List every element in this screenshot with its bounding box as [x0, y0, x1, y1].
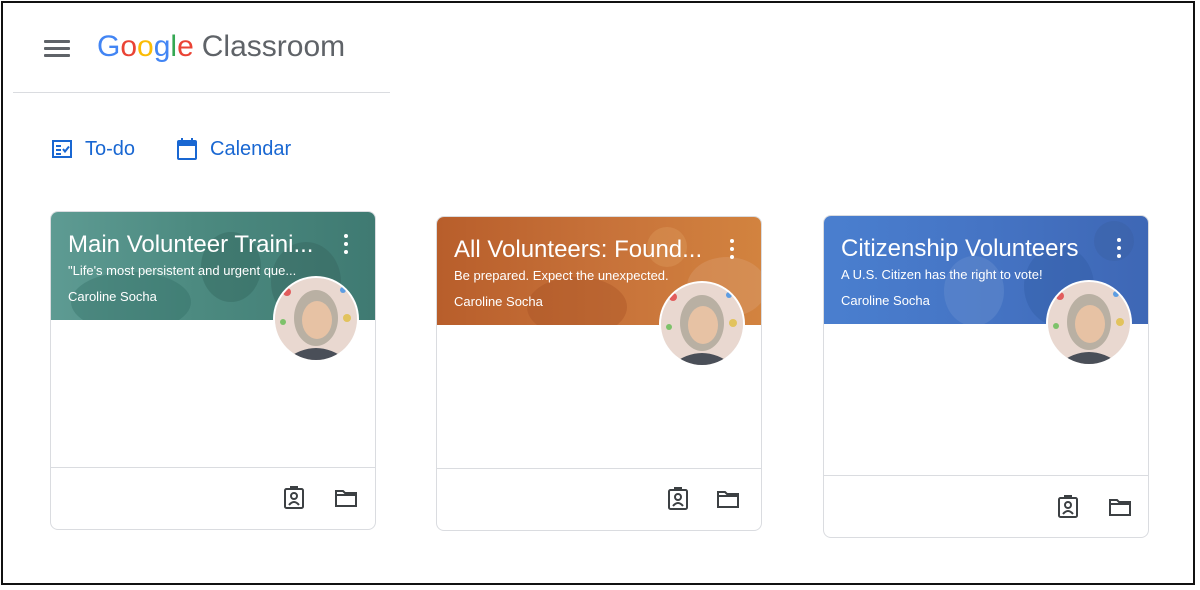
- class-owner: Caroline Socha: [841, 293, 930, 308]
- google-classroom-logo[interactable]: Google Classroom: [97, 29, 345, 65]
- product-name: Classroom: [201, 30, 346, 63]
- calendar-link[interactable]: Calendar: [176, 135, 291, 163]
- logo-letter: G: [97, 30, 121, 63]
- portrait-badge-icon[interactable]: [281, 485, 307, 511]
- class-section: A U.S. Citizen has the right to vote!: [841, 267, 1043, 282]
- class-title: Citizenship Volunteers: [841, 235, 1079, 262]
- todo-link[interactable]: To-do: [51, 135, 135, 163]
- class-card-footer: [824, 475, 1148, 537]
- more-vert-icon[interactable]: [1110, 236, 1128, 260]
- more-vert-icon[interactable]: [337, 232, 355, 256]
- class-title: All Volunteers: Found...: [454, 236, 703, 263]
- folder-icon[interactable]: [333, 485, 359, 511]
- class-section: "Life's most persistent and urgent que..…: [68, 263, 297, 278]
- class-card-footer: [437, 468, 761, 530]
- class-card-citizenship-volunteers: Citizenship Volunteers A U.S. Citizen ha…: [823, 215, 1149, 538]
- logo-letter: o: [137, 30, 154, 63]
- class-card-all-volunteers: All Volunteers: Found... Be prepared. Ex…: [436, 216, 762, 531]
- portrait-badge-icon[interactable]: [665, 486, 691, 512]
- hamburger-menu-icon[interactable]: [41, 35, 75, 63]
- classroom-window: Google Classroom To-do Calendar Main Vol…: [1, 1, 1195, 585]
- class-section: Be prepared. Expect the unexpected.: [454, 268, 669, 283]
- folder-icon[interactable]: [715, 486, 741, 512]
- logo-letter: o: [120, 30, 138, 63]
- teacher-avatar[interactable]: [1048, 282, 1130, 364]
- assignment-list-icon: [52, 140, 72, 158]
- teacher-avatar[interactable]: [661, 283, 743, 365]
- top-app-bar: Google Classroom: [13, 13, 390, 93]
- class-owner: Caroline Socha: [454, 294, 543, 309]
- teacher-avatar[interactable]: [275, 278, 357, 360]
- class-title: Main Volunteer Traini...: [68, 231, 314, 258]
- logo-letter: g: [153, 30, 171, 63]
- todo-label: To-do: [85, 137, 136, 160]
- class-card-main-volunteer-training: Main Volunteer Traini... "Life's most pe…: [50, 211, 376, 530]
- calendar-icon: [177, 138, 197, 160]
- more-vert-icon[interactable]: [723, 237, 741, 261]
- class-card-footer: [51, 467, 375, 529]
- logo-letter: e: [177, 30, 194, 63]
- portrait-badge-icon[interactable]: [1055, 494, 1081, 520]
- folder-icon[interactable]: [1107, 494, 1133, 520]
- class-owner: Caroline Socha: [68, 289, 157, 304]
- calendar-label: Calendar: [210, 137, 292, 160]
